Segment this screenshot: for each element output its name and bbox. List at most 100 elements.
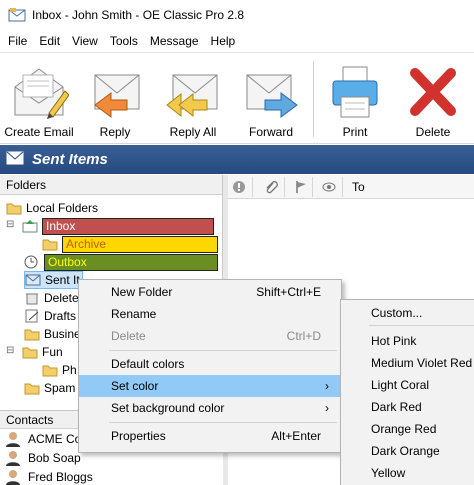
person-icon [4, 469, 22, 485]
color-item-light-coral[interactable]: Light Coral [371, 374, 429, 396]
folder-outbox[interactable]: Outbox [24, 253, 218, 271]
folder-label: Inbox [42, 217, 214, 235]
attachment-column-icon[interactable] [264, 180, 278, 194]
folder-icon [24, 381, 40, 395]
folder-fun[interactable]: ⊟ Fun [6, 343, 63, 361]
folder-label: Outbox [44, 253, 218, 271]
menu-item-rename[interactable]: Rename [79, 303, 341, 325]
folder-icon [6, 201, 22, 215]
menu-item-label: New Folder [111, 285, 173, 299]
contact-item[interactable]: Fred Bloggs [0, 467, 223, 485]
menu-separator [109, 350, 337, 351]
menu-item-set-color[interactable]: Set color › [79, 375, 341, 397]
create-email-icon [14, 68, 69, 119]
reply-all-icon [166, 74, 218, 118]
menu-item-properties[interactable]: Properties Alt+Enter [79, 425, 341, 447]
folder-label: Archive [62, 235, 218, 253]
contact-name: ACME Co [28, 431, 82, 446]
folder-deleted[interactable]: Delete [24, 289, 79, 307]
menu-view[interactable]: View [66, 34, 104, 48]
delete-button[interactable]: Delete [396, 59, 470, 139]
folder-business[interactable]: Busine [24, 325, 81, 343]
folder-spam[interactable]: Spam [24, 379, 75, 397]
menu-item-set-background-color[interactable]: Set background color › [79, 397, 341, 419]
menu-item-default-colors[interactable]: Default colors [79, 353, 341, 375]
submenu-arrow-icon: › [325, 379, 329, 393]
printer-icon [332, 66, 378, 118]
color-item-dark-orange[interactable]: Dark Orange [371, 440, 440, 462]
forward-icon [246, 74, 298, 118]
menu-item-shortcut: Shift+Ctrl+E [256, 285, 321, 299]
create-email-button[interactable]: Create Email [2, 59, 76, 139]
reply-all-label: Reply All [169, 125, 217, 139]
drafts-icon [24, 309, 40, 323]
menu-tools[interactable]: Tools [104, 34, 144, 48]
folder-local-folders[interactable]: Local Folders [6, 199, 98, 217]
column-separator [342, 177, 343, 197]
folder-icon [22, 345, 38, 359]
folder-photos[interactable]: Ph [42, 361, 77, 379]
folder-archive[interactable]: Archive [42, 235, 218, 253]
message-list-header: To [228, 175, 474, 199]
folder-icon [42, 237, 58, 251]
color-item-custom[interactable]: Custom... [371, 302, 422, 324]
folder-inbox[interactable]: ⊟ Inbox [6, 217, 214, 235]
inbox-icon [22, 219, 38, 233]
menu-item-label: Properties [111, 429, 166, 443]
print-label: Print [342, 125, 368, 139]
menu-item-shortcut: Alt+Enter [271, 429, 321, 443]
contact-name: Fred Bloggs [28, 469, 93, 484]
folder-label: Local Folders [26, 201, 99, 215]
menu-separator [109, 422, 337, 423]
menu-bar: File Edit View Tools Message Help [0, 30, 474, 52]
context-menu: New Folder Shift+Ctrl+E Rename Delete Ct… [78, 279, 342, 453]
menu-item-label: Delete [111, 329, 146, 343]
menu-edit[interactable]: Edit [33, 34, 66, 48]
folders-header: Folders [0, 175, 222, 195]
print-button[interactable]: Print [318, 59, 392, 139]
toolbar: Create Email Reply Reply All Forward Pri… [0, 52, 474, 144]
menu-separator [369, 325, 474, 326]
color-item-yellow[interactable]: Yellow [371, 462, 405, 484]
folder-banner: Sent Items [0, 145, 474, 174]
folder-label: Delete [44, 291, 79, 305]
menu-item-label: Default colors [111, 357, 185, 371]
color-item-dark-red[interactable]: Dark Red [371, 396, 422, 418]
folder-label: Drafts [44, 309, 77, 323]
menu-file[interactable]: File [2, 34, 33, 48]
folder-sent-items[interactable]: Sent It [24, 271, 83, 289]
column-separator [284, 177, 285, 197]
menu-item-label: Set background color [111, 401, 225, 415]
toolbar-separator [313, 61, 314, 137]
person-icon [4, 431, 22, 447]
color-item-orange-red[interactable]: Orange Red [371, 418, 436, 440]
folder-label: Fun [42, 345, 63, 359]
reply-icon [94, 74, 140, 118]
menu-message[interactable]: Message [144, 34, 205, 48]
menu-item-new-folder[interactable]: New Folder Shift+Ctrl+E [79, 281, 341, 303]
window-title: Inbox - John Smith - OE Classic Pro 2.8 [32, 8, 245, 22]
envelope-icon [6, 151, 24, 168]
delete-label: Delete [415, 125, 451, 139]
menu-help[interactable]: Help [205, 34, 242, 48]
menu-item-shortcut: Ctrl+D [286, 329, 321, 343]
folder-icon [24, 327, 40, 341]
folder-label: Spam [44, 381, 76, 395]
tree-expander-icon[interactable]: ⊟ [6, 219, 20, 233]
to-column-header[interactable]: To [352, 180, 365, 194]
trash-icon [24, 291, 40, 305]
folder-drafts[interactable]: Drafts [24, 307, 76, 325]
app-icon [8, 7, 26, 23]
menu-item-delete[interactable]: Delete Ctrl+D [79, 325, 341, 347]
color-item-medium-violet-red[interactable]: Medium Violet Red [371, 352, 472, 374]
forward-button[interactable]: Forward [234, 59, 308, 139]
tree-expander-icon[interactable]: ⊟ [6, 345, 20, 359]
flag-column-icon[interactable] [294, 180, 308, 194]
reply-button[interactable]: Reply [78, 59, 152, 139]
contact-name: Bob Soap [28, 450, 81, 465]
priority-column-icon[interactable] [232, 180, 246, 194]
delete-icon [410, 68, 456, 116]
read-column-icon[interactable] [322, 180, 336, 194]
color-item-hot-pink[interactable]: Hot Pink [371, 330, 416, 352]
reply-all-button[interactable]: Reply All [156, 59, 230, 139]
